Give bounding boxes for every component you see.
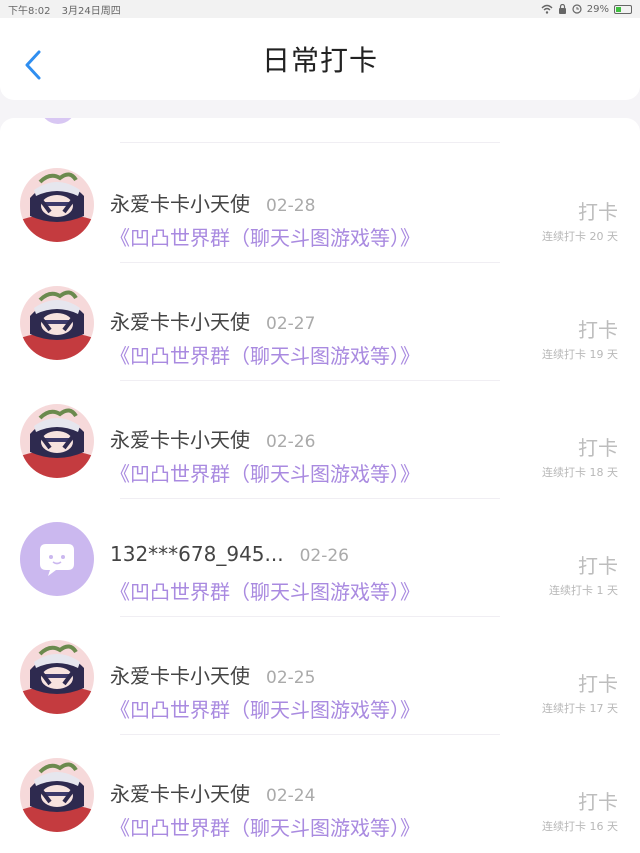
checkin-date: 02-26 <box>266 432 316 452</box>
partial-avatar <box>40 118 76 124</box>
checkin-label: 打卡 <box>578 436 618 460</box>
anime-avatar[interactable] <box>20 404 94 478</box>
anime-avatar[interactable] <box>20 168 94 242</box>
list-item[interactable]: 永爱卡卡小天使 02-28 《凹凸世界群（聊天斗图游戏等）》 打卡 连续打卡 2… <box>0 144 640 262</box>
user-name[interactable]: 永爱卡卡小天使 <box>110 778 250 807</box>
lock-icon <box>558 4 566 14</box>
name-line: 132***678_945... 02-26 <box>110 542 349 568</box>
status-time: 下午8:02 <box>8 5 51 17</box>
status-right: 29% <box>541 4 632 15</box>
name-line: 永爱卡卡小天使 02-25 <box>110 660 316 689</box>
streak-count: 连续打卡 17 天 <box>542 702 618 715</box>
user-name[interactable]: 永爱卡卡小天使 <box>110 188 250 217</box>
streak-count: 连续打卡 20 天 <box>542 230 618 243</box>
divider <box>120 142 500 143</box>
checkin-list: 永爱卡卡小天使 02-28 《凹凸世界群（聊天斗图游戏等）》 打卡 连续打卡 2… <box>0 118 640 853</box>
checkin-label: 打卡 <box>578 790 618 814</box>
anime-avatar[interactable] <box>20 286 94 360</box>
list-item[interactable]: 永爱卡卡小天使 02-25 《凹凸世界群（聊天斗图游戏等）》 打卡 连续打卡 1… <box>0 616 640 734</box>
checkin-date: 02-24 <box>266 786 316 806</box>
status-bar: 下午8:02 3月24日周四 29% <box>0 0 640 18</box>
group-name[interactable]: 《凹凸世界群（聊天斗图游戏等）》 <box>110 340 420 369</box>
streak-count: 连续打卡 1 天 <box>549 584 618 597</box>
group-name[interactable]: 《凹凸世界群（聊天斗图游戏等）》 <box>110 694 420 723</box>
name-line: 永爱卡卡小天使 02-26 <box>110 424 316 453</box>
checkin-label: 打卡 <box>578 200 618 224</box>
checkin-label: 打卡 <box>578 672 618 696</box>
group-name[interactable]: 《凹凸世界群（聊天斗图游戏等）》 <box>110 576 420 605</box>
chevron-left-icon <box>25 50 41 80</box>
default-chat-avatar[interactable] <box>20 522 94 596</box>
streak-count: 连续打卡 16 天 <box>542 820 618 833</box>
group-name[interactable]: 《凹凸世界群（聊天斗图游戏等）》 <box>110 458 420 487</box>
alarm-icon <box>572 4 582 14</box>
streak-count: 连续打卡 19 天 <box>542 348 618 361</box>
name-line: 永爱卡卡小天使 02-28 <box>110 188 316 217</box>
list-item[interactable]: 永爱卡卡小天使 02-27 《凹凸世界群（聊天斗图游戏等）》 打卡 连续打卡 1… <box>0 262 640 380</box>
page-title: 日常打卡 <box>261 44 378 77</box>
back-button[interactable] <box>18 47 48 83</box>
nav-header: 日常打卡 <box>0 18 640 100</box>
anime-avatar[interactable] <box>20 758 94 832</box>
user-name[interactable]: 132***678_945... <box>110 542 284 566</box>
name-line: 永爱卡卡小天使 02-24 <box>110 778 316 807</box>
wifi-icon <box>541 4 553 14</box>
checkin-date: 02-27 <box>266 314 316 334</box>
list-item[interactable]: 永爱卡卡小天使 02-26 《凹凸世界群（聊天斗图游戏等）》 打卡 连续打卡 1… <box>0 380 640 498</box>
status-date: 3月24日周四 <box>61 5 121 17</box>
checkin-date: 02-25 <box>266 668 316 688</box>
list-item[interactable]: 132***678_945... 02-26 《凹凸世界群（聊天斗图游戏等）》 … <box>0 498 640 616</box>
user-name[interactable]: 永爱卡卡小天使 <box>110 660 250 689</box>
status-left: 下午8:02 3月24日周四 <box>8 2 129 17</box>
checkin-label: 打卡 <box>578 318 618 342</box>
streak-count: 连续打卡 18 天 <box>542 466 618 479</box>
group-name[interactable]: 《凹凸世界群（聊天斗图游戏等）》 <box>110 812 420 841</box>
user-name[interactable]: 永爱卡卡小天使 <box>110 306 250 335</box>
name-line: 永爱卡卡小天使 02-27 <box>110 306 316 335</box>
checkin-date: 02-28 <box>266 196 316 216</box>
checkin-date: 02-26 <box>299 546 349 566</box>
group-name[interactable]: 《凹凸世界群（聊天斗图游戏等）》 <box>110 222 420 251</box>
checkin-label: 打卡 <box>578 554 618 578</box>
list-item[interactable]: 永爱卡卡小天使 02-24 《凹凸世界群（聊天斗图游戏等）》 打卡 连续打卡 1… <box>0 734 640 852</box>
anime-avatar[interactable] <box>20 640 94 714</box>
battery-percent: 29% <box>586 3 609 15</box>
battery-icon <box>614 4 632 14</box>
user-name[interactable]: 永爱卡卡小天使 <box>110 424 250 453</box>
